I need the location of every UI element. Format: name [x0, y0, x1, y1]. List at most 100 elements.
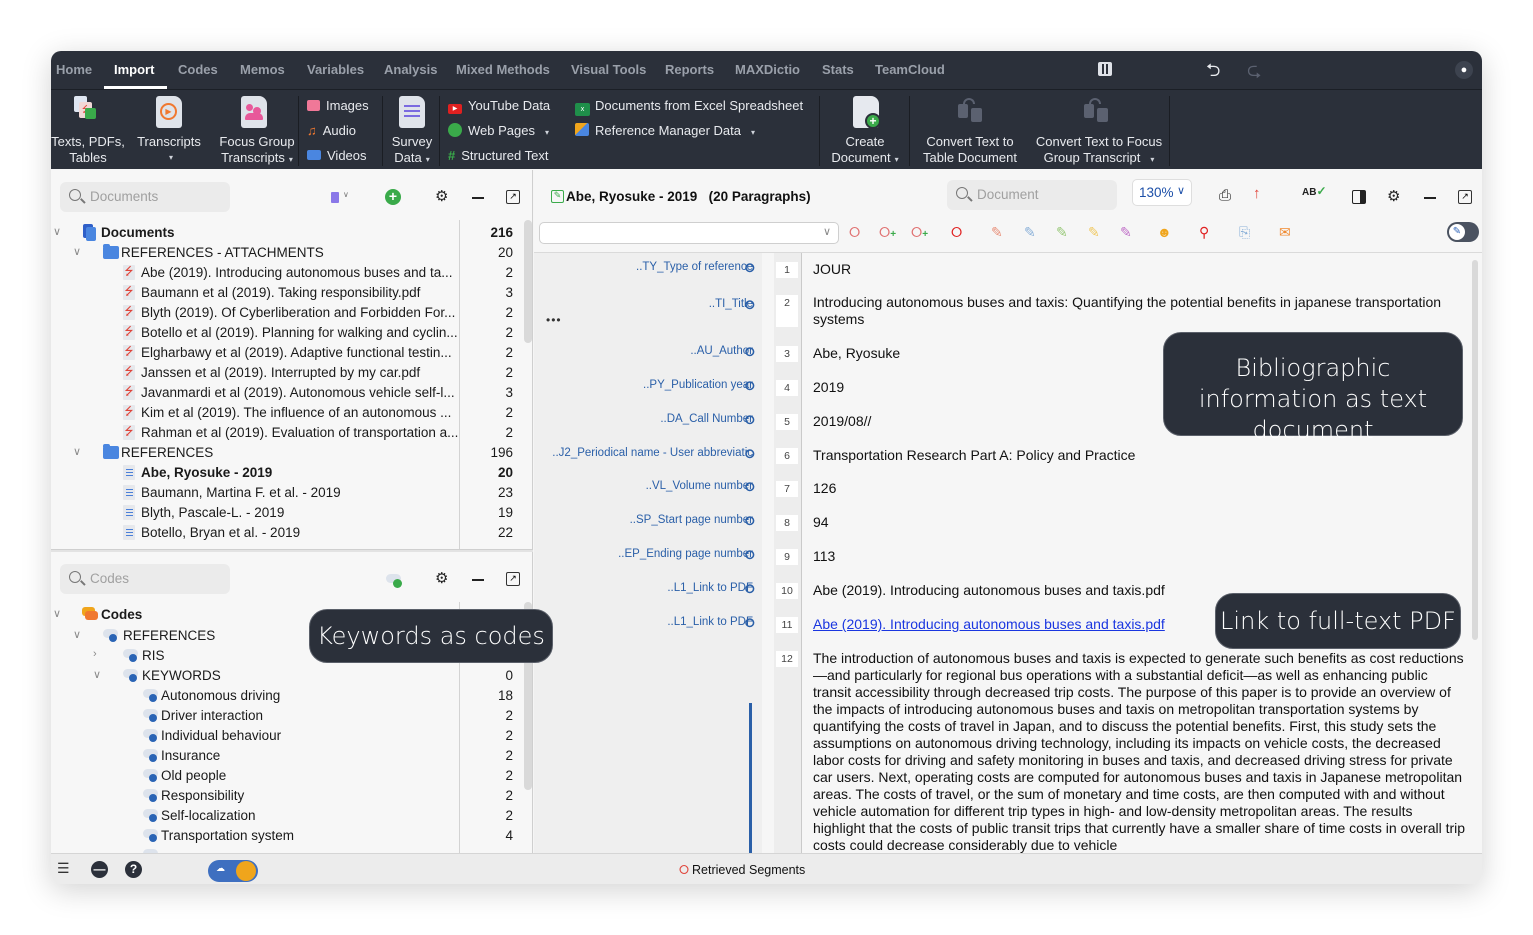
spellcheck-icon[interactable]: AB✓: [1302, 184, 1327, 198]
chevron-down-icon[interactable]: ∨: [93, 668, 101, 681]
new-document-button[interactable]: +: [385, 189, 401, 205]
emoticode-icon[interactable]: ☻: [1157, 224, 1172, 240]
pdf-link[interactable]: Abe (2019). Introducing autonomous buses…: [813, 616, 1165, 632]
convert-to-table-button[interactable]: Convert Text to Table Document: [913, 90, 1027, 170]
tree-row-pdf-document[interactable]: ⭍ Baumann et al (2019). Taking responsibi…: [51, 283, 521, 303]
code-marker-icon[interactable]: ⭘: [745, 380, 757, 392]
settings-gear-icon[interactable]: ⚙: [1387, 187, 1400, 205]
code-marker-icon[interactable]: ⭘: [745, 583, 757, 595]
tab-codes[interactable]: Codes: [178, 62, 218, 77]
documents-search-input[interactable]: Documents: [60, 182, 230, 212]
edit-mode-toggle[interactable]: ✎: [1447, 222, 1479, 242]
code-stripe-label[interactable]: ..DA_Call Number: [660, 413, 753, 425]
tree-row-text-document[interactable]: Baumann, Martina F. et al. - 2019 23: [51, 483, 521, 503]
zoom-select[interactable]: 130% ∨: [1132, 179, 1192, 206]
import-texts-button[interactable]: ⭍ Texts, PDFs,Tables: [51, 90, 125, 170]
import-structured-text-button[interactable]: # Structured Text: [448, 148, 548, 164]
layout-columns-icon[interactable]: [1098, 62, 1112, 76]
edit-document-icon[interactable]: ✎: [551, 190, 564, 203]
tab-import[interactable]: Import: [114, 62, 154, 77]
retrieved-segments-button[interactable]: ⭘ Retrieved Segments: [679, 863, 805, 878]
code-stripe-label[interactable]: ..J2_Periodical name - User abbreviatic: [552, 447, 753, 459]
quick-code-select[interactable]: ∨: [539, 222, 839, 244]
code-stripe-label[interactable]: ..PY_Publication year: [643, 379, 753, 391]
export-icon[interactable]: ↑: [1253, 185, 1261, 202]
import-videos-button[interactable]: Videos: [307, 148, 367, 164]
tree-row-pdf-document[interactable]: ⭍ Janssen et al (2019). Interrupted by my…: [51, 363, 521, 383]
split-view-icon[interactable]: [1352, 190, 1366, 204]
create-document-button[interactable]: + Create Document ▾: [823, 90, 907, 170]
highlighter-green-icon[interactable]: ✎: [1056, 224, 1068, 241]
tab-mixed-methods[interactable]: Mixed Methods: [456, 62, 550, 77]
import-web-pages-button[interactable]: Web Pages ▾: [448, 123, 549, 141]
settings-gear-icon[interactable]: ⚙: [435, 569, 448, 587]
code-stripe-label[interactable]: ..L1_Link to PDF: [667, 616, 753, 628]
chevron-down-icon[interactable]: ∨: [73, 628, 81, 641]
code-marker-icon[interactable]: ⭘: [745, 515, 757, 527]
import-transcripts-button[interactable]: ▶ Transcripts ▾: [131, 90, 207, 170]
import-survey-button[interactable]: Survey Data ▾: [387, 90, 437, 170]
chevron-down-icon[interactable]: ∨: [53, 607, 61, 620]
tree-row-keyword-code[interactable]: Self-localization 2: [51, 806, 521, 826]
tree-row-text-document[interactable]: Botello, Bryan et al. - 2019 22: [51, 523, 521, 543]
tree-row-code-partial[interactable]: [51, 846, 521, 853]
new-code-icon[interactable]: [386, 574, 404, 588]
tab-home[interactable]: Home: [56, 62, 92, 77]
tree-row-code[interactable]: ∨ KEYWORDS 0: [51, 666, 521, 686]
tab-variables[interactable]: Variables: [307, 62, 364, 77]
document-scrollbar[interactable]: [1472, 260, 1478, 640]
tree-row-pdf-document[interactable]: ⭍ Botello et al (2019). Planning for walk…: [51, 323, 521, 343]
tab-stats[interactable]: Stats: [822, 62, 854, 77]
tab-analysis[interactable]: Analysis: [384, 62, 437, 77]
import-youtube-button[interactable]: ▶ YouTube Data: [448, 98, 550, 114]
tab-visual-tools[interactable]: Visual Tools: [571, 62, 646, 77]
highlighter-red-icon[interactable]: ✎: [991, 224, 1003, 241]
tree-row-pdf-document[interactable]: ⭍ Blyth (2019). Of Cyberliberation and Fo…: [51, 303, 521, 323]
document-set-icon[interactable]: [331, 192, 339, 203]
minimize-icon[interactable]: [1424, 197, 1436, 199]
import-focus-group-button[interactable]: Focus Group Transcripts ▾: [212, 90, 296, 170]
import-excel-button[interactable]: x Documents from Excel Spreadsheet: [575, 98, 803, 116]
tree-row-pdf-document[interactable]: ⭍ Javanmardi et al (2019). Autonomous veh…: [51, 383, 521, 403]
tree-row-text-document[interactable]: Blyth, Pascale-L. - 2019 19: [51, 503, 521, 523]
minimize-icon[interactable]: [472, 579, 484, 581]
code-marker-icon[interactable]: ⭘: [745, 346, 757, 358]
tree-row-doc-group[interactable]: ∨ REFERENCES - ATTACHMENTS 20: [51, 243, 521, 263]
undock-icon[interactable]: ↗: [1458, 190, 1472, 204]
tree-row-pdf-document[interactable]: ⭍ Rahman et al (2019). Evaluation of tran…: [51, 423, 521, 443]
tree-row-keyword-code[interactable]: Autonomous driving 18: [51, 686, 521, 706]
code-stripe-label[interactable]: ..VL_Volume number: [646, 480, 753, 492]
undock-icon[interactable]: ↗: [506, 190, 520, 204]
sliders-icon[interactable]: ☰: [57, 860, 70, 877]
tree-row-doc-group[interactable]: ∨ REFERENCES 196: [51, 443, 521, 463]
settings-gear-icon[interactable]: ⚙: [435, 187, 448, 205]
chevron-down-icon[interactable]: ∨: [53, 225, 61, 238]
code-stripe-label[interactable]: ..SP_Start page number: [630, 514, 753, 526]
comment-icon[interactable]: ✉: [1279, 224, 1291, 241]
minimize-icon[interactable]: [472, 197, 484, 199]
import-reference-manager-button[interactable]: Reference Manager Data ▾: [575, 123, 755, 141]
redo-icon[interactable]: ⮎: [1247, 58, 1261, 88]
chevron-down-icon[interactable]: ∨: [343, 190, 349, 199]
code-stripe-label[interactable]: ..EP_Ending page number: [618, 548, 753, 560]
import-audio-button[interactable]: ♫ Audio: [307, 123, 356, 139]
highlighter-purple-icon[interactable]: ✎: [1120, 224, 1132, 241]
highlighter-blue-icon[interactable]: ✎: [1024, 224, 1036, 241]
tree-row-pdf-document[interactable]: ⭍ Elgharbawy et al (2019). Adaptive funct…: [51, 343, 521, 363]
tree-row-pdf-document[interactable]: ⭍ Abe (2019). Introducing autonomous buse…: [51, 263, 521, 283]
tree-row-documents-root[interactable]: ∨ Documents 216: [51, 223, 521, 243]
chevron-down-icon[interactable]: ∨: [73, 445, 81, 458]
tree-row-keyword-code[interactable]: Insurance 2: [51, 746, 521, 766]
highlighter-yellow-icon[interactable]: ✎: [1088, 224, 1100, 241]
code-with-selected-icon[interactable]: ⭘: [849, 224, 860, 241]
code-marker-icon[interactable]: ⭘: [745, 299, 757, 311]
undock-icon[interactable]: ↗: [506, 572, 520, 586]
geolink-icon[interactable]: ⚲: [1199, 224, 1209, 241]
tree-row-keyword-code[interactable]: Responsibility 2: [51, 786, 521, 806]
import-images-button[interactable]: Images: [307, 98, 369, 114]
undo-icon[interactable]: ⮌: [1206, 58, 1220, 88]
code-with-new-code-icon[interactable]: ⭘+: [879, 224, 896, 241]
chevron-down-icon[interactable]: ∨: [73, 245, 81, 258]
tree-row-keyword-code[interactable]: Transportation system 4: [51, 826, 521, 846]
code-with-new-code-quick-icon[interactable]: ⭘+: [911, 224, 928, 241]
